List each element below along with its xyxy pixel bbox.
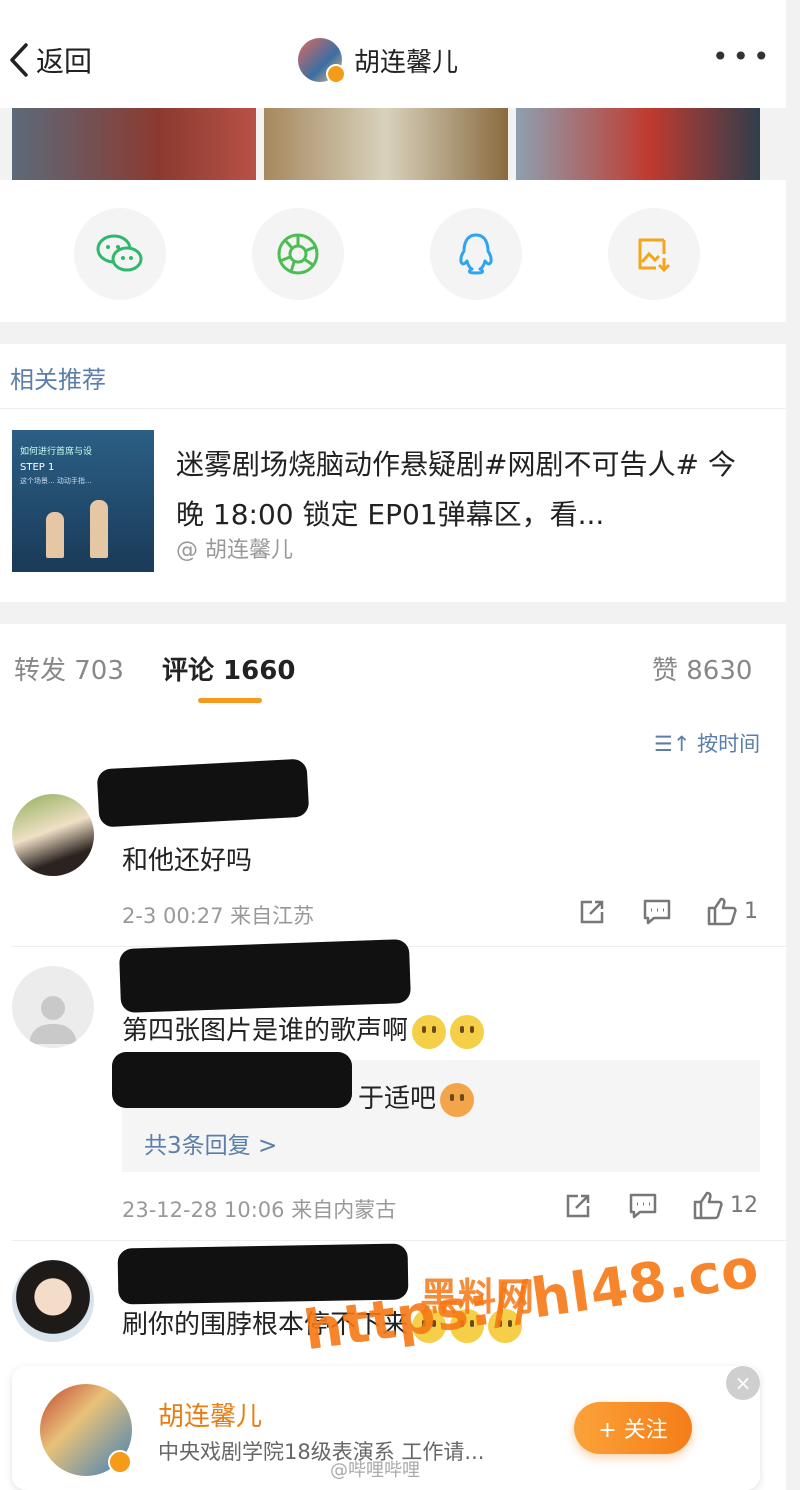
chevron-left-icon <box>10 43 28 77</box>
top-bar: 返回 胡连馨儿 ••• <box>0 0 786 108</box>
reply-text: 于适吧 <box>358 1078 475 1117</box>
share-qq-button[interactable] <box>430 208 522 300</box>
verified-badge-icon <box>108 1450 132 1474</box>
related-thumbnail[interactable]: 如何进行首席与设 STEP 1 这个场景... 动动手指... <box>12 430 154 572</box>
redacted-username <box>118 938 412 1014</box>
default-user-icon <box>29 996 77 1044</box>
share-moments-button[interactable] <box>252 208 344 300</box>
smile-emoji-icon <box>412 1014 447 1049</box>
follow-card-description: 中央戏剧学院18级表演系 工作请... <box>158 1440 485 1464</box>
share-icon <box>566 1194 590 1218</box>
comment-text: 和他还好吗 <box>122 846 253 876</box>
tab-repost[interactable]: 转发 703 <box>14 650 124 687</box>
smile-emoji-icon <box>450 1014 485 1049</box>
thumb-step: STEP 1 <box>20 462 55 473</box>
page-title: 胡连馨儿 <box>354 47 459 78</box>
share-comment-button[interactable] <box>578 898 606 926</box>
photo-thumbnail[interactable] <box>516 108 760 180</box>
follow-card-name[interactable]: 胡连馨儿 <box>158 1396 262 1433</box>
like-count: 12 <box>730 1192 758 1218</box>
comment-icon <box>629 1193 657 1219</box>
profile-title[interactable]: 胡连馨儿 <box>298 38 459 84</box>
reply-comment-button[interactable] <box>628 1192 658 1220</box>
avatar[interactable] <box>298 38 346 84</box>
sort-icon: ☰↑ <box>654 732 691 756</box>
qq-icon <box>459 233 493 275</box>
avatar[interactable] <box>12 794 94 876</box>
photo-strip <box>12 108 760 180</box>
source-watermark: @哔哩哔哩 <box>330 1460 420 1481</box>
follow-button[interactable]: + 关注 <box>574 1402 692 1454</box>
reply-body: 于适吧 <box>358 1084 437 1114</box>
reply-comment-button[interactable] <box>642 898 672 926</box>
related-post-text[interactable]: 迷雾剧场烧脑动作悬疑剧#网剧不可告人# 今晚 18:00 锁定 EP01弹幕区，… <box>176 440 756 540</box>
sort-button[interactable]: ☰↑ 按时间 <box>654 728 760 758</box>
verified-badge-icon <box>326 64 346 84</box>
figure <box>90 500 108 558</box>
related-author[interactable]: @ 胡连馨儿 <box>176 532 293 564</box>
wechat-icon <box>96 234 143 272</box>
save-image-icon <box>638 238 671 273</box>
redacted-username <box>96 758 310 828</box>
thumb-subcaption: 这个场景... 动动手指... <box>20 477 92 485</box>
share-wechat-button[interactable] <box>74 208 166 300</box>
like-count: 1 <box>744 898 758 924</box>
tab-comments[interactable]: 评论 1660 <box>162 650 295 687</box>
view-replies-link[interactable]: 共3条回复 > <box>144 1126 277 1160</box>
thumbs-up-icon <box>707 897 737 926</box>
save-image-button[interactable] <box>608 208 700 300</box>
comment-icon <box>643 899 671 925</box>
back-label: 返回 <box>36 45 93 78</box>
tab-likes[interactable]: 赞 8630 <box>652 650 752 687</box>
related-heading: 相关推荐 <box>10 366 106 394</box>
comment-body: 第四张图片是谁的歌声啊 <box>122 1016 409 1046</box>
back-button[interactable]: 返回 <box>8 40 92 80</box>
comment-text: 第四张图片是谁的歌声啊 <box>122 1010 485 1049</box>
avatar[interactable] <box>12 1260 94 1342</box>
share-icon <box>580 900 604 924</box>
share-comment-button[interactable] <box>564 1192 592 1220</box>
close-icon[interactable]: × <box>726 1366 760 1400</box>
photo-thumbnail[interactable] <box>12 108 256 180</box>
divider <box>0 408 786 409</box>
like-comment-button[interactable]: 12 <box>692 1190 758 1220</box>
avatar[interactable] <box>12 966 94 1048</box>
comment-meta: 23-12-28 10:06 来自内蒙古 <box>122 1198 397 1222</box>
active-tab-indicator <box>198 698 262 703</box>
moments-icon <box>277 233 319 275</box>
divider <box>12 1240 788 1241</box>
avatar[interactable] <box>40 1384 132 1476</box>
sort-label: 按时间 <box>697 732 761 756</box>
love-emoji-icon <box>440 1082 475 1117</box>
figure <box>46 512 64 558</box>
thumb-caption: 如何进行首席与设 <box>20 447 93 457</box>
like-comment-button[interactable]: 1 <box>706 896 758 926</box>
photo-thumbnail[interactable] <box>264 108 508 180</box>
thumbs-up-icon <box>693 1191 723 1220</box>
redacted-reply-username <box>112 1052 352 1108</box>
more-button[interactable]: ••• <box>712 40 774 73</box>
comment-meta: 2-3 00:27 来自江苏 <box>122 904 315 928</box>
